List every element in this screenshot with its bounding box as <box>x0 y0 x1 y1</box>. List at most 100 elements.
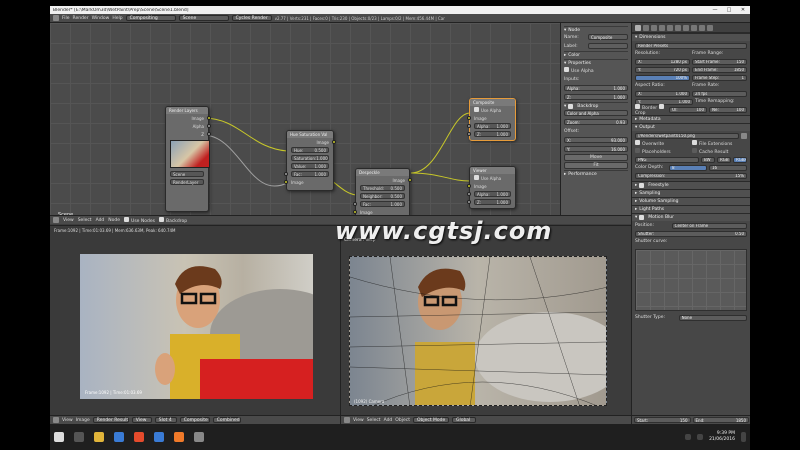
shutter-curve-widget[interactable] <box>635 249 747 311</box>
crop-checkbox[interactable] <box>658 103 664 109</box>
time-old-field[interactable]: Ol: 100 <box>669 106 707 113</box>
panel-alpha-field[interactable]: Alpha: 1.000 <box>564 85 628 91</box>
depth-8-button[interactable]: 8 <box>669 164 707 171</box>
viewer-z-row[interactable]: Z: 1.000 <box>467 198 515 206</box>
viewport-type-icon[interactable] <box>344 417 350 423</box>
search-icon[interactable] <box>74 432 84 442</box>
border-checkbox[interactable] <box>635 103 640 109</box>
view-select[interactable]: View <box>131 417 152 423</box>
offset-y-row[interactable]: Y: 16.000 <box>564 145 628 153</box>
shutter-field[interactable]: Shutter: 0.50 <box>635 230 747 237</box>
3d-viewport[interactable]: Camera Persp (1092) Camera View Select A… <box>340 225 631 424</box>
end-frame-field[interactable]: End Frame: 1850 <box>692 66 747 73</box>
hue-saturation-node[interactable]: Hue Saturation Val Image Hue: 0.500 Satur… <box>284 130 336 191</box>
threshold-field[interactable]: Threshold: 0.500 <box>360 185 405 191</box>
placeholders-checkbox[interactable] <box>635 148 640 153</box>
hsv-val-row[interactable]: Value: 1.000 <box>287 162 333 170</box>
action-center-icon[interactable] <box>741 432 746 442</box>
panel-z-field[interactable]: Z: 1.000 <box>564 94 628 100</box>
panel-use-alpha-row[interactable]: Use Alpha <box>564 66 628 74</box>
blender-icon[interactable] <box>174 432 184 442</box>
use-alpha-checkbox[interactable] <box>474 107 479 112</box>
chrome-icon[interactable] <box>134 432 144 442</box>
scene-tab-icon[interactable] <box>651 24 657 31</box>
saturation-field[interactable]: Saturation: 1.000 <box>291 155 329 161</box>
layers-tab-icon[interactable] <box>643 24 649 31</box>
clock[interactable]: 9:39 PM 21/06/2016 <box>709 431 735 443</box>
motion-blur-header[interactable]: ▾ Motion Blur <box>632 213 750 221</box>
offset-x-row[interactable]: X: 93.000 <box>564 136 628 144</box>
editor-type-icon[interactable] <box>53 15 59 21</box>
performance-section-header[interactable]: ▸ Performance <box>564 170 628 177</box>
composite-alpha-row[interactable]: Alpha: 1.000 <box>467 122 515 130</box>
app-icon[interactable] <box>194 432 204 442</box>
image-editor[interactable]: Frame:1092 | Time:01:03.69 | Mem:636.63M… <box>50 225 340 424</box>
render-result-image[interactable]: Frame:1092 | Time:01:03.69 <box>80 254 313 399</box>
image-select[interactable]: Render Result <box>92 417 129 423</box>
timeline-end-field[interactable]: End: 1850 <box>692 417 749 423</box>
network-icon[interactable] <box>685 434 692 440</box>
fps-select[interactable]: 24 fps <box>692 90 747 97</box>
orientation-select[interactable]: Global <box>451 417 476 423</box>
data-tab-icon[interactable] <box>691 24 697 31</box>
world-tab-icon[interactable] <box>659 24 665 31</box>
neighbor-field[interactable]: Neighbor: 0.500 <box>360 193 405 199</box>
time-new-field[interactable]: Ne: 100 <box>709 106 747 113</box>
file-format-select[interactable]: PNG <box>635 156 699 163</box>
channels-row[interactable]: Color and Alpha <box>564 109 628 117</box>
depth-16-button[interactable]: 16 <box>709 164 747 171</box>
texture-tab-icon[interactable] <box>707 24 713 31</box>
backdrop-toggle[interactable]: Backdrop <box>158 216 187 224</box>
backdrop-toggle-checkbox[interactable] <box>158 216 164 222</box>
folder-icon[interactable] <box>741 132 747 139</box>
metadata-header[interactable]: ▸ Metadata <box>632 115 750 123</box>
backdrop-section-header[interactable]: ▾ Backdrop <box>564 102 628 109</box>
menu-file[interactable]: File <box>62 16 70 21</box>
render-layer-layer-field[interactable]: RenderLayer <box>170 179 204 185</box>
compression-slider[interactable]: Compression: 15% <box>635 172 747 179</box>
color-section-header[interactable]: ▸ Color <box>564 51 628 58</box>
neighbor-row[interactable]: Neighbor: 0.500 <box>356 192 409 200</box>
close-icon[interactable]: ✕ <box>736 7 750 13</box>
image-menu-view[interactable]: View <box>62 418 73 423</box>
node-menu-view[interactable]: View <box>63 218 74 223</box>
scene-select[interactable]: Scene <box>178 15 229 21</box>
panel-z-row[interactable]: Z: 1.000 <box>564 93 628 101</box>
node-section-header[interactable]: ▾ Node <box>564 26 628 33</box>
viewer-alpha-row[interactable]: Alpha: 1.000 <box>467 190 515 198</box>
vp-menu-object[interactable]: Object <box>395 418 410 423</box>
panel-alpha-row[interactable]: Alpha: 1.000 <box>564 84 628 92</box>
dimensions-header[interactable]: ▾ Dimensions <box>632 33 750 41</box>
composite-z-field[interactable]: Z: 1.000 <box>474 131 511 137</box>
properties-section-header[interactable]: ▾ Properties <box>564 59 628 66</box>
vp-menu-view[interactable]: View <box>353 418 364 423</box>
node-editor[interactable]: Render Layers Image Alpha Z Scene Render… <box>50 23 560 223</box>
node-label-field[interactable] <box>588 43 628 49</box>
offset-y-field[interactable]: Y: 16.000 <box>564 146 628 152</box>
render-presets-select[interactable]: Render Presets <box>635 42 747 49</box>
socket-z-out[interactable]: Z <box>166 130 211 138</box>
viewer-node[interactable]: Viewer Use Alpha Image Alpha: 1.000 Z: 1.0… <box>467 166 516 209</box>
offset-x-field[interactable]: X: 93.000 <box>564 137 628 143</box>
rgb-button[interactable]: RGB <box>717 156 731 163</box>
fac-field[interactable]: Fac: 1.000 <box>291 171 329 177</box>
resolution-y-field[interactable]: Y: 720 px <box>635 66 690 73</box>
composite-node[interactable]: Composite Use Alpha Image Alpha: 1.000 Z:… <box>467 98 516 141</box>
windows-start-icon[interactable] <box>54 432 64 442</box>
despeckle-fac-field[interactable]: Fac: 1.000 <box>360 201 405 207</box>
threshold-row[interactable]: Threshold: 0.500 <box>356 184 409 192</box>
render-layer-scene-field[interactable]: Scene <box>170 171 204 177</box>
node-name-field[interactable]: Composite <box>588 34 628 40</box>
render-layers-node[interactable]: Render Layers Image Alpha Z Scene Render… <box>165 106 211 212</box>
timeline-start-field[interactable]: Start: 150 <box>634 417 691 423</box>
use-nodes-checkbox[interactable] <box>124 216 130 222</box>
file-extensions-checkbox[interactable] <box>692 140 697 145</box>
menu-window[interactable]: Window <box>92 16 110 21</box>
socket-alpha-out[interactable]: Alpha <box>166 122 211 130</box>
despeckle-node[interactable]: Despeckle Image Threshold: 0.500 Neighbor… <box>353 168 412 221</box>
node-editor-type-icon[interactable] <box>53 217 59 223</box>
vp-menu-select[interactable]: Select <box>367 418 381 423</box>
maximize-icon[interactable]: □ <box>722 7 736 13</box>
hsv-socket-in[interactable]: Image <box>284 178 333 186</box>
composite-use-alpha[interactable]: Use Alpha <box>470 106 515 114</box>
